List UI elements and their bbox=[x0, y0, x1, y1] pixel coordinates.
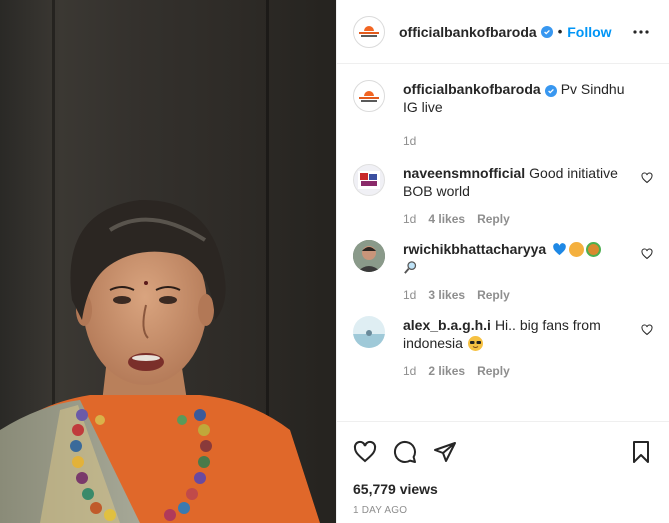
comment-username[interactable]: alex_b.a.g.h.i bbox=[403, 317, 491, 333]
heart-icon[interactable] bbox=[641, 248, 653, 260]
share-icon[interactable] bbox=[433, 440, 457, 464]
like-heart-icon[interactable] bbox=[353, 440, 377, 464]
caption-username[interactable]: officialbankofbaroda bbox=[403, 81, 541, 97]
post-video[interactable] bbox=[0, 0, 336, 523]
magnifier-icon bbox=[403, 260, 418, 275]
post-side-panel: officialbankofbaroda • Follow officialba… bbox=[336, 0, 669, 523]
bank-of-baroda-logo bbox=[358, 89, 380, 103]
comment-username[interactable]: naveensmnofficial bbox=[403, 165, 525, 181]
view-count[interactable]: 65,779 views bbox=[337, 481, 669, 497]
comment-time[interactable]: 1d bbox=[403, 212, 416, 226]
heart-icon[interactable] bbox=[641, 172, 653, 184]
sunglasses-face-icon bbox=[467, 336, 483, 351]
comment-likes[interactable]: 3 likes bbox=[428, 288, 465, 302]
commenter-avatar[interactable] bbox=[353, 316, 385, 348]
comment-likes[interactable]: 2 likes bbox=[428, 364, 465, 378]
heart-icon[interactable] bbox=[641, 324, 653, 336]
comments-list[interactable]: officialbankofbaroda Pv Sindhu IG live 1d… bbox=[337, 64, 669, 421]
post-header: officialbankofbaroda • Follow bbox=[337, 0, 669, 64]
reply-button[interactable]: Reply bbox=[477, 212, 510, 226]
comment-username[interactable]: rwichikbhattacharyya bbox=[403, 241, 546, 257]
video-frame-portrait bbox=[0, 199, 320, 523]
blue-heart-icon bbox=[552, 242, 567, 257]
woman-tipping-hand-icon bbox=[569, 242, 585, 257]
bank-of-baroda-logo bbox=[358, 25, 380, 39]
post-caption: officialbankofbaroda Pv Sindhu IG live 1d bbox=[353, 80, 653, 148]
account-avatar[interactable] bbox=[353, 15, 385, 48]
follow-button[interactable]: Follow bbox=[567, 24, 611, 40]
account-username[interactable]: officialbankofbaroda bbox=[399, 24, 537, 40]
comment-item: rwichikbhattacharyya 1d 3 likes Reply bbox=[353, 240, 653, 302]
reply-button[interactable]: Reply bbox=[477, 364, 510, 378]
post-date[interactable]: 1 DAY AGO bbox=[337, 497, 669, 523]
header-separator: • bbox=[557, 24, 563, 39]
medal-icon bbox=[586, 242, 602, 257]
verified-badge-icon bbox=[544, 85, 557, 97]
commenter-avatar[interactable] bbox=[353, 240, 385, 272]
comment-item: naveensmnofficial Good initiative BOB wor… bbox=[353, 164, 653, 226]
post-actions-bar bbox=[337, 421, 669, 481]
comment-item: alex_b.a.g.h.i Hi.. big fans from indones… bbox=[353, 316, 653, 378]
more-options-icon[interactable] bbox=[629, 20, 653, 44]
comment-time[interactable]: 1d bbox=[403, 288, 416, 302]
commenter-avatar[interactable] bbox=[353, 164, 385, 196]
instagram-post-view: officialbankofbaroda • Follow officialba… bbox=[0, 0, 669, 523]
reply-button[interactable]: Reply bbox=[477, 288, 510, 302]
caption-avatar[interactable] bbox=[353, 80, 385, 112]
bookmark-icon[interactable] bbox=[629, 440, 653, 464]
caption-time[interactable]: 1d bbox=[403, 134, 416, 148]
verified-badge-icon bbox=[540, 25, 553, 38]
comment-time[interactable]: 1d bbox=[403, 364, 416, 378]
comment-likes[interactable]: 4 likes bbox=[428, 212, 465, 226]
comment-icon[interactable] bbox=[393, 440, 417, 464]
